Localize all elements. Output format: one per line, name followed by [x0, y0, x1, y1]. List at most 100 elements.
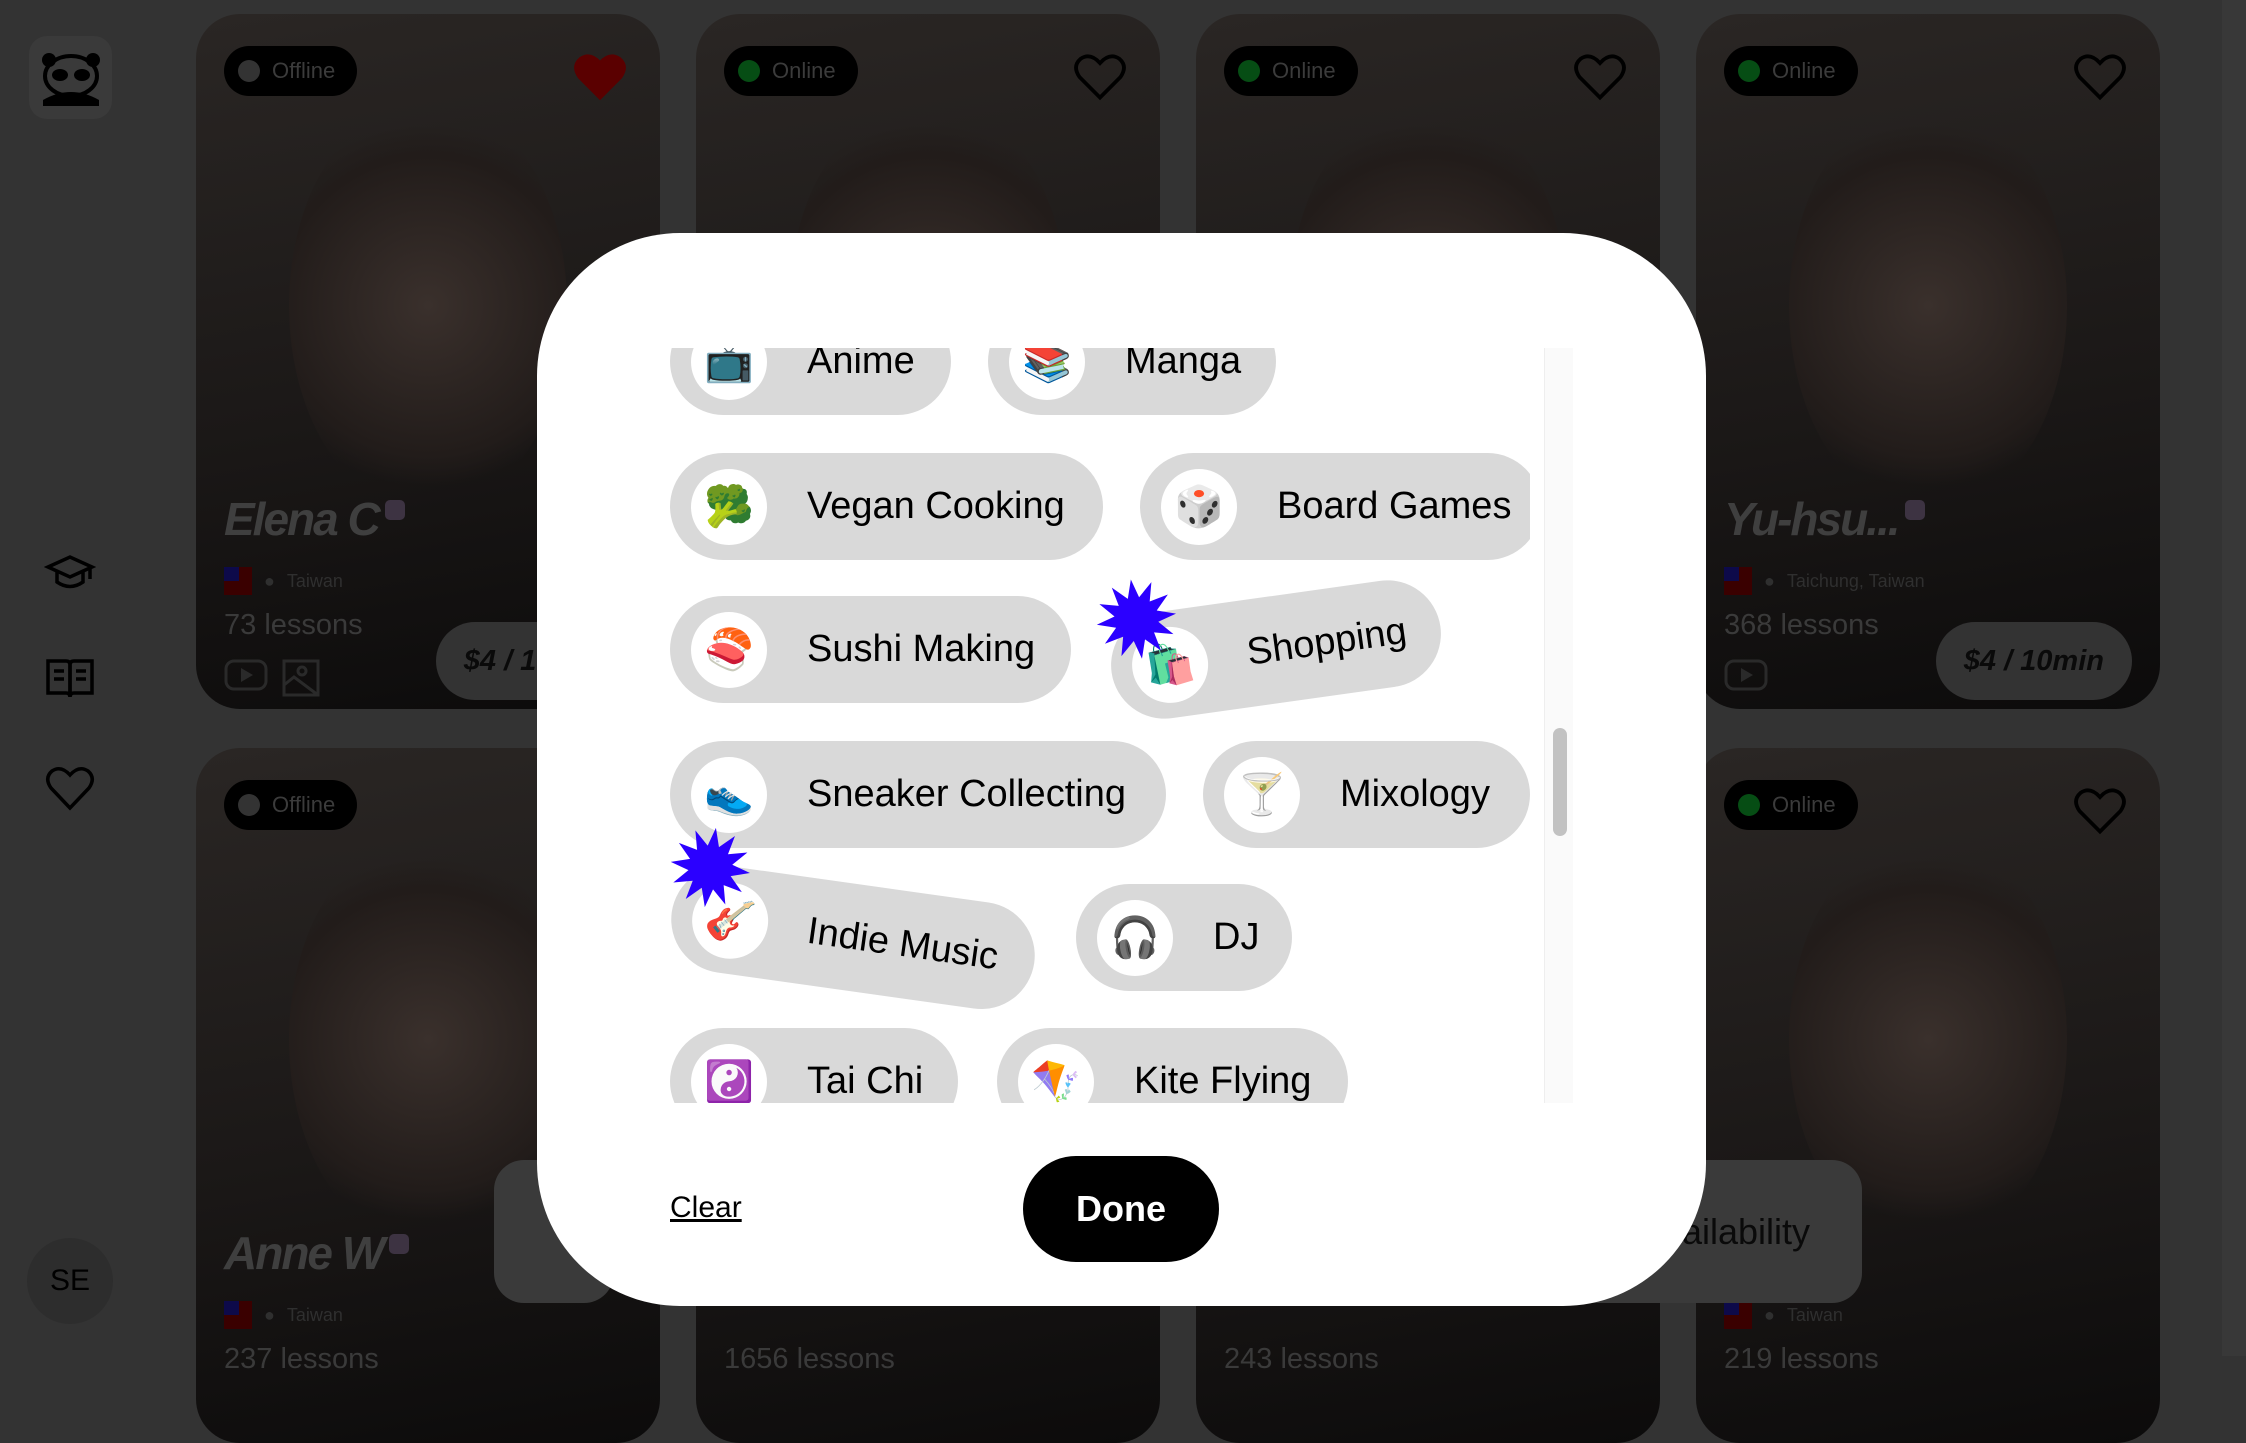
interest-label: Sneaker Collecting: [807, 773, 1126, 815]
status-dot: [238, 794, 260, 816]
favorite-heart-icon[interactable]: [1072, 50, 1128, 102]
interest-label: Anime: [807, 348, 915, 382]
status-label: Online: [1772, 58, 1836, 83]
tutor-location: ● Taichung, Taiwan: [1724, 567, 1925, 595]
interest-emoji-icon: 📺: [691, 348, 767, 400]
location-pin-icon: ●: [264, 570, 275, 591]
interest-chip-mixology[interactable]: 🍸 Mixology: [1203, 741, 1530, 848]
interest-label: Board Games: [1277, 485, 1512, 527]
interests-modal: 📺 Anime 📚 Manga 🥦 Vegan Cooking 🎲 Board Games 🍣 S…: [537, 233, 1706, 1306]
page-scrollbar[interactable]: [2222, 0, 2246, 1356]
lesson-count: 237 lessons: [224, 1343, 379, 1375]
status-badge: Offline: [224, 780, 358, 830]
interest-chip-shopping[interactable]: 🛍️ Shopping: [1096, 573, 1448, 726]
favorite-heart-icon[interactable]: [2072, 50, 2128, 102]
lesson-count: 219 lessons: [1724, 1343, 1879, 1375]
video-icon[interactable]: [224, 659, 268, 702]
location-text: Taiwan: [1786, 1304, 1843, 1325]
tutor-card[interactable]: Online Yu-hsu... ● Taichung, Taiwan 368 less…: [1696, 14, 2160, 709]
location-pin-icon: ●: [1764, 570, 1775, 591]
favorite-heart-icon[interactable]: [572, 50, 628, 102]
status-label: Offline: [272, 58, 336, 83]
lesson-count: 73 lessons: [224, 609, 363, 641]
panda-logo[interactable]: [29, 36, 112, 119]
interest-chip-board-games[interactable]: 🎲 Board Games: [1140, 453, 1530, 560]
lesson-count: 243 lessons: [1224, 1343, 1379, 1375]
price-button[interactable]: $4 / 10min: [1935, 622, 2132, 700]
location-pin-icon: ●: [1764, 1304, 1775, 1325]
clear-button[interactable]: Clear: [670, 1191, 742, 1225]
favorite-heart-icon[interactable]: [1572, 50, 1628, 102]
status-dot: [738, 60, 760, 82]
video-icon[interactable]: [1724, 659, 1768, 696]
graduation-cap-icon[interactable]: [43, 547, 97, 599]
interest-chip-kite-flying[interactable]: 🪁 Kite Flying: [997, 1028, 1348, 1103]
interest-chip-dj[interactable]: 🎧 DJ: [1076, 884, 1292, 991]
verified-badge-icon: [1904, 500, 1925, 520]
taiwan-flag-icon: [1724, 567, 1752, 595]
interest-chip-anime[interactable]: 📺 Anime: [670, 348, 951, 415]
interests-list[interactable]: 📺 Anime 📚 Manga 🥦 Vegan Cooking 🎲 Board Games 🍣 S…: [670, 348, 1530, 1103]
location-text: Taichung, Taiwan: [1786, 570, 1925, 591]
status-badge: Online: [1224, 46, 1358, 96]
interest-emoji-icon: ☯️: [691, 1043, 767, 1103]
status-label: Online: [772, 58, 836, 83]
interest-chip-tai-chi[interactable]: ☯️ Tai Chi: [670, 1028, 958, 1103]
interest-emoji-icon: 👟: [691, 756, 767, 833]
tutor-location: ● Taiwan: [1724, 1301, 1843, 1329]
status-label: Offline: [272, 792, 336, 817]
interest-emoji-icon: 🪁: [1018, 1043, 1094, 1103]
location-pin-icon: ●: [264, 1304, 275, 1325]
taiwan-flag-icon: [1724, 1301, 1752, 1329]
interest-emoji-icon: 🎧: [1097, 899, 1173, 976]
interest-chip-manga[interactable]: 📚 Manga: [988, 348, 1276, 415]
tutor-card[interactable]: Online ● Taiwan 219 lessons: [1696, 748, 2160, 1443]
status-dot: [1738, 60, 1760, 82]
taiwan-flag-icon: [224, 1301, 252, 1329]
interest-label: Manga: [1125, 348, 1242, 382]
tutor-name-text: Elena C: [224, 493, 381, 545]
interest-label: Tai Chi: [807, 1060, 924, 1102]
selected-starburst-icon: [1096, 579, 1177, 659]
verified-badge-icon: [389, 1234, 410, 1254]
interest-label: Sushi Making: [807, 628, 1036, 670]
interest-label: Kite Flying: [1134, 1060, 1312, 1102]
photo-icon[interactable]: [282, 659, 320, 702]
interest-emoji-icon: 🍣: [691, 611, 767, 688]
location-text: Taiwan: [286, 1304, 343, 1325]
tutor-location: ● Taiwan: [224, 1301, 343, 1329]
interest-chip-vegan-cooking[interactable]: 🥦 Vegan Cooking: [670, 453, 1103, 560]
tutor-name-text: Yu-hsu...: [1724, 493, 1901, 545]
status-badge: Online: [1724, 780, 1858, 830]
tutor-location: ● Taiwan: [224, 567, 343, 595]
heart-icon[interactable]: [44, 762, 96, 814]
favorite-heart-icon[interactable]: [2072, 784, 2128, 836]
tutor-name: Anne W: [224, 1226, 410, 1280]
location-text: Taiwan: [286, 570, 343, 591]
done-button[interactable]: Done: [1023, 1156, 1219, 1262]
status-badge: Online: [1724, 46, 1858, 96]
interest-label: Mixology: [1340, 773, 1490, 815]
interests-scrollbar[interactable]: [1544, 348, 1573, 1103]
tutor-photo: [1788, 97, 2068, 515]
interest-emoji-icon: 🥦: [691, 468, 767, 545]
selected-starburst-icon: [670, 827, 750, 908]
verified-badge-icon: [384, 500, 405, 520]
tutor-name-text: Anne W: [224, 1227, 385, 1279]
status-dot: [1238, 60, 1260, 82]
book-open-icon[interactable]: [44, 653, 96, 705]
interest-chip-indie-music[interactable]: 🎸 Indie Music: [670, 827, 1042, 1016]
interest-emoji-icon: 📚: [1009, 348, 1085, 400]
status-dot: [238, 60, 260, 82]
interest-emoji-icon: 🍸: [1224, 756, 1300, 833]
avatar[interactable]: SE: [27, 1238, 113, 1324]
tutor-photo: [288, 97, 568, 515]
interest-chip-sushi-making[interactable]: 🍣 Sushi Making: [670, 596, 1071, 703]
taiwan-flag-icon: [224, 567, 252, 595]
status-badge: Online: [724, 46, 858, 96]
interest-emoji-icon: 🎲: [1161, 468, 1237, 545]
status-badge: Offline: [224, 46, 358, 96]
interest-label: Vegan Cooking: [807, 485, 1065, 527]
scrollbar-thumb[interactable]: [1553, 728, 1567, 836]
interest-label: Indie Music: [804, 909, 1001, 979]
